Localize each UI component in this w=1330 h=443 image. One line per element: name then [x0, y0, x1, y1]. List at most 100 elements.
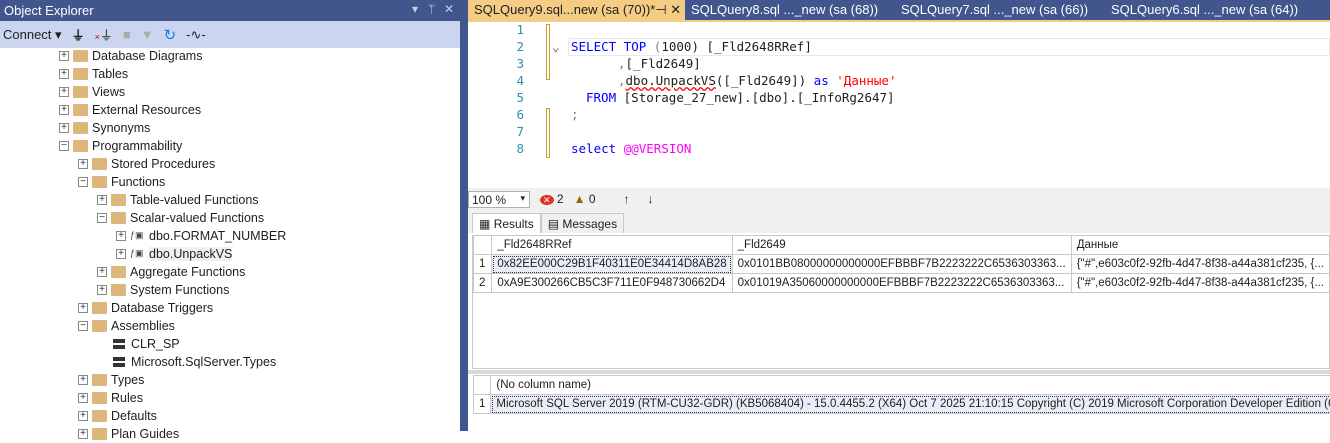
tree-node[interactable]: +External Resources: [59, 101, 201, 119]
expand-icon[interactable]: +: [116, 231, 126, 241]
sysvar: @@VERSION: [624, 141, 692, 156]
tree-node[interactable]: +Plan Guides: [78, 425, 179, 443]
tree-node[interactable]: +Tables: [59, 65, 128, 83]
editor-status-bar: 100 %▾ ✕ 2 ▲ 0 ↑ ↓: [468, 188, 1330, 210]
tree-node-label: dbo.UnpackVS: [149, 247, 232, 261]
folder-icon: [92, 374, 107, 386]
expand-icon[interactable]: +: [78, 303, 88, 313]
tree-node[interactable]: +Database Triggers: [78, 299, 213, 317]
disconnect-icon[interactable]: ×⏚: [95, 25, 113, 44]
tree-node[interactable]: +ƒ▣dbo.FORMAT_NUMBER: [116, 227, 286, 245]
line-number: 8: [512, 141, 524, 156]
panel-title: Object Explorer: [4, 3, 94, 18]
cell[interactable]: 0x01019A35060000000000EFBBBF7B2223222C65…: [732, 274, 1071, 293]
row-number[interactable]: 1: [474, 395, 491, 414]
tree-node[interactable]: +Aggregate Functions: [97, 263, 245, 281]
warnings-indicator[interactable]: ▲ 0: [574, 192, 596, 206]
expand-icon[interactable]: +: [59, 87, 69, 97]
cell[interactable]: 0xA9E300266CB5C3F711E0F948730662D4: [492, 274, 732, 293]
connect-button[interactable]: Connect ▾: [3, 27, 62, 43]
object-explorer: Object Explorer ▾ ᛘ ✕ Connect ▾ ⏚ ×⏚ ■ ▼…: [0, 0, 460, 431]
expand-icon[interactable]: +: [78, 159, 88, 169]
tree-node[interactable]: +System Functions: [97, 281, 229, 299]
tree-node[interactable]: +Stored Procedures: [78, 155, 215, 173]
object-explorer-toolbar: Connect ▾ ⏚ ×⏚ ■ ▼ ↻ -∿-: [0, 21, 460, 48]
column-header[interactable]: _Fld2648RRef: [492, 236, 732, 255]
refresh-icon[interactable]: ↻: [164, 26, 177, 44]
zoom-value: 100 %: [472, 193, 506, 207]
tree-node[interactable]: +Synonyms: [59, 119, 150, 137]
expand-icon[interactable]: +: [78, 375, 88, 385]
tree-node[interactable]: +ƒ▣dbo.UnpackVS: [116, 245, 232, 263]
column-header[interactable]: Данные: [1071, 236, 1329, 255]
pin-close-icon[interactable]: ⊣ ✕: [655, 2, 681, 18]
tree-node[interactable]: + Defaults: [78, 407, 157, 425]
tree-node[interactable]: −Assemblies: [78, 317, 175, 335]
cell[interactable]: 0x0101BB08000000000000EFBBBF7B2223222C65…: [732, 255, 1071, 274]
tree-node[interactable]: −Scalar-valued Functions: [97, 209, 264, 227]
expand-icon[interactable]: +: [59, 69, 69, 79]
tab-messages[interactable]: ▤ Messages: [541, 213, 624, 234]
tab-sqlquery7[interactable]: SQLQuery7.sql ..._new (sa (66)): [895, 0, 1105, 20]
expand-icon[interactable]: +: [78, 411, 88, 421]
stop-icon[interactable]: ■: [123, 27, 131, 42]
collapse-icon[interactable]: −: [97, 213, 107, 223]
tree-node-label: Defaults: [111, 409, 157, 423]
close-icon[interactable]: ✕: [444, 2, 454, 16]
tab-sqlquery6[interactable]: SQLQuery6.sql ..._new (sa (64)): [1105, 0, 1315, 20]
zoom-select[interactable]: 100 %▾: [468, 191, 530, 208]
comma: ,: [618, 73, 626, 88]
change-marker: [546, 24, 550, 80]
expand-icon[interactable]: +: [59, 51, 69, 61]
tree-node[interactable]: +Views: [59, 83, 125, 101]
row-number[interactable]: 2: [474, 274, 492, 293]
filter-icon[interactable]: ▼: [141, 27, 154, 42]
tab-sqlquery8[interactable]: SQLQuery8.sql ..._new (sa (68)): [685, 0, 895, 20]
line-number: 2: [512, 39, 524, 54]
collapse-icon[interactable]: −: [78, 177, 88, 187]
splitter[interactable]: [460, 0, 468, 431]
errors-indicator[interactable]: ✕ 2: [540, 192, 564, 206]
sql-editor[interactable]: 12345678 ⌄ SELECT TOP (1000) [_Fld2648RR…: [468, 20, 1330, 188]
activity-monitor-icon[interactable]: -∿-: [186, 27, 206, 43]
tree-node-label: Types: [111, 373, 144, 387]
tree-node[interactable]: −Programmability: [59, 137, 182, 155]
ident: [_Fld2649]: [626, 56, 701, 71]
cell[interactable]: {"#",e603c0f2-92fb-4d47-8f38-a44a381cf23…: [1071, 255, 1329, 274]
tree-node[interactable]: Microsoft.SqlServer.Types: [97, 353, 276, 371]
expand-icon[interactable]: +: [97, 195, 107, 205]
connect-plug-icon[interactable]: ⏚: [72, 25, 85, 44]
tree-node[interactable]: −Functions: [78, 173, 165, 191]
expand-icon[interactable]: +: [97, 285, 107, 295]
expand-icon[interactable]: +: [59, 105, 69, 115]
object-explorer-title-bar: Object Explorer ▾ ᛘ ✕: [0, 0, 460, 21]
tree-node[interactable]: + Types: [78, 371, 144, 389]
cell[interactable]: {"#",e603c0f2-92fb-4d47-8f38-a44a381cf23…: [1071, 274, 1329, 293]
up-arrow-icon[interactable]: ↑: [624, 192, 630, 206]
down-arrow-icon[interactable]: ↓: [648, 192, 654, 206]
pin-icon[interactable]: ᛘ: [428, 2, 435, 16]
column-header[interactable]: (No column name): [491, 376, 1330, 395]
row-number[interactable]: 1: [474, 255, 492, 274]
tab-results[interactable]: ▦ Results: [472, 213, 541, 234]
expand-icon[interactable]: +: [78, 393, 88, 403]
cell[interactable]: 0x82EE000C29B1F40311E0E34414D8AB28: [492, 255, 732, 274]
collapse-icon[interactable]: −: [59, 141, 69, 151]
grid-icon: ▦: [479, 217, 490, 231]
kw: FROM: [586, 90, 624, 105]
expand-icon[interactable]: +: [116, 249, 126, 259]
collapse-icon[interactable]: −: [78, 321, 88, 331]
expand-icon[interactable]: +: [97, 267, 107, 277]
tree-node[interactable]: +Table-valued Functions: [97, 191, 259, 209]
grid-splitter[interactable]: [468, 370, 1330, 374]
results-grid-2: (No column name) 1Microsoft SQL Server 2…: [473, 375, 1330, 414]
collapse-icon[interactable]: ⌄: [552, 39, 560, 54]
tree-node[interactable]: CLR_SP: [97, 335, 180, 353]
tree-node[interactable]: +Rules: [78, 389, 143, 407]
tree-node[interactable]: +Database Diagrams: [59, 47, 202, 65]
expand-icon[interactable]: +: [59, 123, 69, 133]
dropdown-icon[interactable]: ▾: [412, 2, 418, 16]
tab-sqlquery9[interactable]: SQLQuery9.sql...new (sa (70))*⊣ ✕: [468, 0, 685, 20]
column-header[interactable]: _Fld2649: [732, 236, 1071, 255]
cell[interactable]: Microsoft SQL Server 2019 (RTM-CU32-GDR)…: [491, 395, 1330, 414]
